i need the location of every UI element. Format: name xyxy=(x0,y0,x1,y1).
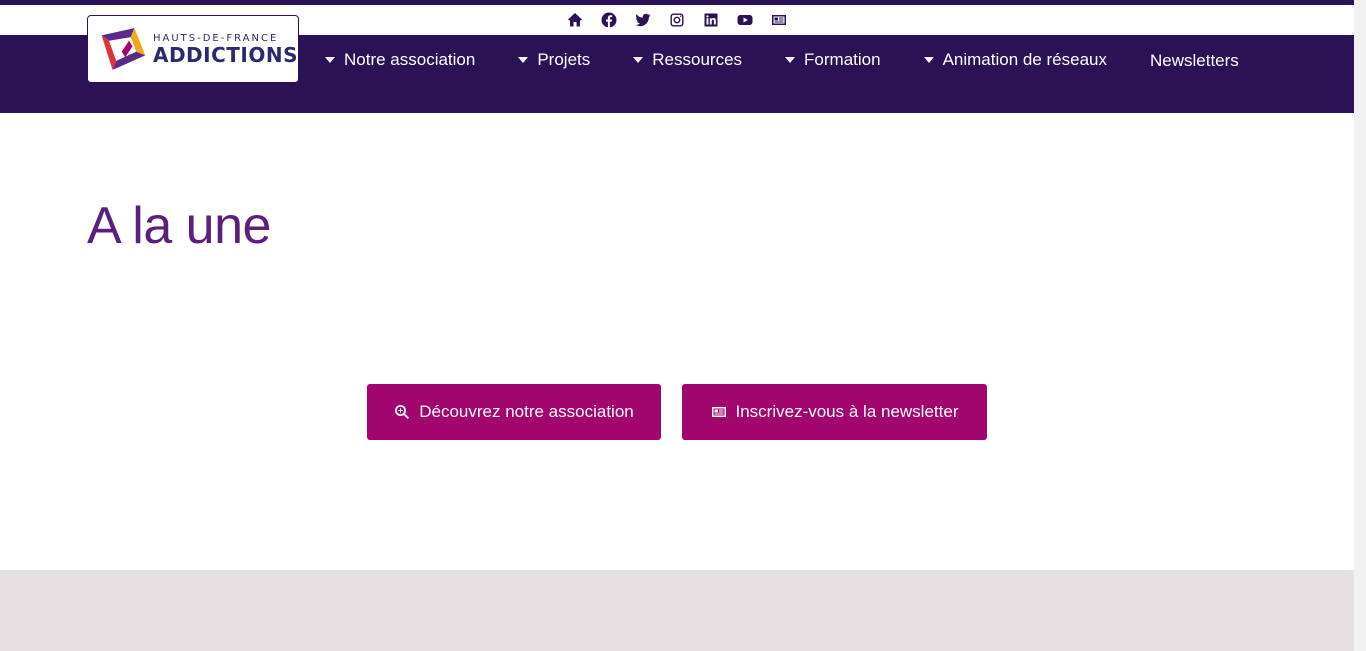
linkedin-link[interactable] xyxy=(701,10,721,30)
menu-item-projets[interactable]: Projets xyxy=(518,50,590,70)
footer-band xyxy=(0,570,1354,651)
menu-item-label: Notre association xyxy=(344,50,476,69)
newsletter-link[interactable] xyxy=(769,10,789,30)
menu-item-label: Ressources xyxy=(652,50,743,69)
facebook-icon xyxy=(601,12,617,28)
facebook-link[interactable] xyxy=(599,10,619,30)
instagram-icon xyxy=(670,13,684,27)
discover-association-label: Découvrez notre association xyxy=(419,402,634,421)
search-zoom-icon xyxy=(395,405,410,419)
newspaper-icon xyxy=(711,407,726,417)
home-link[interactable] xyxy=(565,10,585,30)
menu-item-label: Animation de réseaux xyxy=(942,50,1107,69)
youtube-link[interactable] xyxy=(735,10,755,30)
menu-item-ressources[interactable]: Ressources xyxy=(633,50,742,70)
logo-brand-label: ADDICTIONS xyxy=(152,42,298,67)
twitter-link[interactable] xyxy=(633,10,653,30)
caret-down-icon xyxy=(633,57,644,63)
logo-region-label: HAUTS-DE-FRANCE xyxy=(152,32,279,44)
twitter-icon xyxy=(635,13,651,27)
main-menu: Notre association Projets Ressources For… xyxy=(325,35,1239,85)
logo-text: HAUTS-DE-FRANCE ADDICTIONS xyxy=(153,33,298,66)
logo-mark-icon xyxy=(101,28,146,70)
newsletter-signup-button[interactable]: Inscrivez-vous à la newsletter xyxy=(682,384,987,440)
home-icon xyxy=(568,13,582,27)
linkedin-icon xyxy=(704,13,718,27)
menu-item-label: Projets xyxy=(537,50,591,69)
caret-down-icon xyxy=(325,57,335,63)
newsletter-signup-label: Inscrivez-vous à la newsletter xyxy=(735,402,959,421)
menu-item-formation[interactable]: Formation xyxy=(785,50,881,70)
newspaper-icon xyxy=(772,15,786,25)
page-headline: A la une xyxy=(87,197,271,255)
site-logo[interactable]: HAUTS-DE-FRANCE ADDICTIONS xyxy=(87,15,299,83)
caret-down-icon xyxy=(785,57,796,63)
menu-item-label: Formation xyxy=(804,50,881,69)
menu-item-notre-association[interactable]: Notre association xyxy=(325,50,475,70)
caret-down-icon xyxy=(518,57,529,63)
menu-item-newsletters[interactable]: Newsletters xyxy=(1150,51,1239,71)
youtube-icon xyxy=(737,15,753,25)
menu-item-animation-de-reseaux[interactable]: Animation de réseaux xyxy=(923,50,1107,70)
caret-down-icon xyxy=(923,57,934,63)
page: HAUTS-DE-FRANCE ADDICTIONS Notre associa… xyxy=(0,0,1354,651)
instagram-link[interactable] xyxy=(667,10,687,30)
menu-item-label: Newsletters xyxy=(1150,51,1239,70)
scrollbar[interactable] xyxy=(1354,0,1366,651)
discover-association-button[interactable]: Découvrez notre association xyxy=(367,384,661,440)
